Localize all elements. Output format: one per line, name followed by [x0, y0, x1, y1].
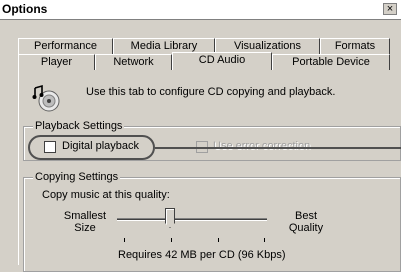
- tab-label: Formats: [334, 40, 376, 52]
- smallest-label-line2: Size: [74, 222, 96, 234]
- tab-cd-audio[interactable]: CD Audio: [172, 52, 272, 70]
- slider-tick: [124, 238, 125, 242]
- best-quality-label: Best Quality: [276, 210, 336, 234]
- error-correction-label: Use error correction: [213, 140, 311, 152]
- best-label-line2: Quality: [288, 222, 324, 234]
- tab-formats[interactable]: Formats: [320, 38, 390, 54]
- quality-slider-track[interactable]: [117, 218, 267, 221]
- tab-label: CD Audio: [198, 54, 246, 66]
- copying-settings-legend: Copying Settings: [33, 171, 121, 183]
- close-button[interactable]: ×: [383, 3, 397, 15]
- tab-network[interactable]: Network: [95, 54, 172, 70]
- tab-performance[interactable]: Performance: [18, 38, 113, 54]
- tab-label: Media Library: [130, 40, 198, 52]
- intro-text: Use this tab to configure CD copying and…: [86, 86, 336, 98]
- tab-label: Visualizations: [233, 40, 302, 52]
- best-label-line1: Best: [294, 210, 317, 222]
- tab-label: Portable Device: [292, 56, 370, 68]
- tab-portable-device[interactable]: Portable Device: [272, 54, 390, 70]
- callout-highlight: [28, 135, 155, 160]
- tab-label: Network: [113, 56, 154, 68]
- slider-tick: [171, 238, 172, 242]
- smallest-label-line1: Smallest: [63, 210, 107, 222]
- tab-label: Player: [40, 56, 73, 68]
- smallest-size-label: Smallest Size: [55, 210, 115, 234]
- cd-audio-icon: [32, 84, 60, 112]
- tab-label: Performance: [34, 40, 97, 52]
- copy-quality-label: Copy music at this quality:: [42, 189, 170, 201]
- callout-line: [155, 147, 401, 149]
- playback-settings-legend: Playback Settings: [33, 120, 125, 132]
- slider-tick: [264, 238, 265, 242]
- slider-tick: [218, 238, 219, 242]
- requirement-text: Requires 42 MB per CD (96 Kbps): [118, 249, 286, 261]
- tab-player[interactable]: Player: [18, 54, 95, 70]
- title-bar: [0, 0, 401, 20]
- window-title: Options: [2, 2, 48, 16]
